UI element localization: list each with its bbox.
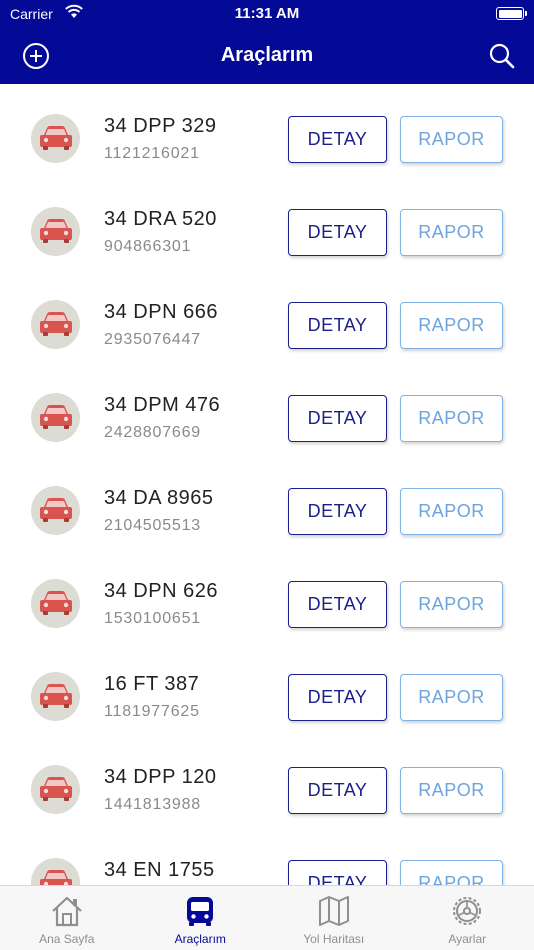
vehicle-plate: 34 DPN 626 bbox=[104, 580, 218, 602]
detail-button[interactable]: DETAY bbox=[288, 116, 387, 163]
navigation-bar: Araçlarım bbox=[0, 30, 534, 84]
vehicle-id: 1121216021 bbox=[104, 145, 200, 162]
vehicle-plate: 34 DPP 120 bbox=[104, 766, 217, 788]
car-icon bbox=[40, 498, 72, 522]
report-button[interactable]: RAPOR bbox=[400, 581, 503, 628]
vehicle-id: 2428807669 bbox=[104, 424, 201, 441]
vehicle-avatar bbox=[31, 300, 80, 349]
detail-button[interactable]: DETAY bbox=[288, 302, 387, 349]
vehicle-avatar bbox=[31, 207, 80, 256]
tab-bar: Ana Sayfa Araçlarım Yol Haritası Ayarlar bbox=[0, 885, 534, 950]
detail-button[interactable]: DETAY bbox=[288, 581, 387, 628]
car-icon bbox=[40, 312, 72, 336]
detail-button[interactable]: DETAY bbox=[288, 860, 387, 885]
gear-icon bbox=[453, 897, 482, 925]
car-icon bbox=[40, 684, 72, 708]
detail-button[interactable]: DETAY bbox=[288, 488, 387, 535]
car-icon bbox=[40, 126, 72, 150]
vehicle-row: 34 DRA 520 904866301 DETAY RAPOR bbox=[0, 177, 534, 270]
tab-ayarlar[interactable]: Ayarlar bbox=[401, 886, 534, 950]
report-button[interactable]: RAPOR bbox=[400, 860, 503, 885]
status-bar: Carrier 11:31 AM bbox=[0, 0, 534, 30]
vehicle-avatar bbox=[31, 393, 80, 442]
vehicle-row: 34 DPM 476 2428807669 DETAY RAPOR bbox=[0, 363, 534, 456]
vehicle-plate: 16 FT 387 bbox=[104, 673, 200, 695]
vehicle-plate: 34 DRA 520 bbox=[104, 208, 217, 230]
car-icon bbox=[40, 405, 72, 429]
report-button[interactable]: RAPOR bbox=[400, 395, 503, 442]
report-button[interactable]: RAPOR bbox=[400, 302, 503, 349]
vehicle-avatar bbox=[31, 672, 80, 721]
vehicle-id: 1530100651 bbox=[104, 610, 201, 627]
detail-button[interactable]: DETAY bbox=[288, 767, 387, 814]
vehicle-row: 34 DPP 120 1441813988 DETAY RAPOR bbox=[0, 735, 534, 828]
vehicle-id: 2104505513 bbox=[104, 517, 201, 534]
vehicle-id: 2935076447 bbox=[104, 331, 201, 348]
report-button[interactable]: RAPOR bbox=[400, 488, 503, 535]
car-icon bbox=[40, 870, 72, 885]
vehicle-plate: 34 EN 1755 bbox=[104, 859, 215, 881]
vehicle-plate: 34 DA 8965 bbox=[104, 487, 214, 509]
vehicle-row: 34 DPP 329 1121216021 DETAY RAPOR bbox=[0, 84, 534, 177]
home-icon bbox=[52, 896, 82, 927]
battery-icon bbox=[496, 7, 527, 20]
vehicle-plate: 34 DPM 476 bbox=[104, 394, 221, 416]
vehicle-row: 16 FT 387 1181977625 DETAY RAPOR bbox=[0, 642, 534, 735]
vehicle-row: 34 EN 1755 DETAY RAPOR bbox=[0, 828, 534, 885]
status-time: 11:31 AM bbox=[234, 5, 300, 22]
vehicle-avatar bbox=[31, 858, 80, 885]
vehicle-list[interactable]: 34 DPP 329 1121216021 DETAY RAPOR 34 DRA… bbox=[0, 84, 534, 885]
vehicle-row: 34 DA 8965 2104505513 DETAY RAPOR bbox=[0, 456, 534, 549]
car-icon bbox=[40, 777, 72, 801]
detail-button[interactable]: DETAY bbox=[288, 209, 387, 256]
report-button[interactable]: RAPOR bbox=[400, 209, 503, 256]
vehicle-plate: 34 DPP 329 bbox=[104, 115, 217, 137]
vehicle-id: 1181977625 bbox=[104, 703, 200, 720]
bus-icon bbox=[187, 897, 214, 926]
tab-araclarim[interactable]: Araçlarım bbox=[134, 886, 268, 950]
tab-label: Ayarlar bbox=[448, 932, 487, 946]
detail-button[interactable]: DETAY bbox=[288, 395, 387, 442]
vehicle-row: 34 DPN 666 2935076447 DETAY RAPOR bbox=[0, 270, 534, 363]
report-button[interactable]: RAPOR bbox=[400, 767, 503, 814]
tab-ana-sayfa[interactable]: Ana Sayfa bbox=[0, 886, 134, 950]
tab-label: Yol Haritası bbox=[303, 932, 365, 946]
report-button[interactable]: RAPOR bbox=[400, 116, 503, 163]
tab-yol-haritasi[interactable]: Yol Haritası bbox=[267, 886, 401, 950]
car-icon bbox=[40, 219, 72, 243]
vehicle-avatar bbox=[31, 486, 80, 535]
tab-label: Ana Sayfa bbox=[39, 932, 95, 946]
search-icon[interactable] bbox=[488, 42, 516, 70]
vehicle-id: 1441813988 bbox=[104, 796, 201, 813]
vehicle-id: 904866301 bbox=[104, 238, 192, 255]
car-icon bbox=[40, 591, 72, 615]
report-button[interactable]: RAPOR bbox=[400, 674, 503, 721]
vehicle-avatar bbox=[31, 579, 80, 628]
page-title: Araçlarım bbox=[220, 44, 314, 66]
vehicle-plate: 34 DPN 666 bbox=[104, 301, 218, 323]
detail-button[interactable]: DETAY bbox=[288, 674, 387, 721]
vehicle-row: 34 DPN 626 1530100651 DETAY RAPOR bbox=[0, 549, 534, 642]
tab-label: Araçlarım bbox=[174, 932, 226, 946]
vehicle-avatar bbox=[31, 765, 80, 814]
vehicle-avatar bbox=[31, 114, 80, 163]
map-icon bbox=[318, 896, 349, 926]
